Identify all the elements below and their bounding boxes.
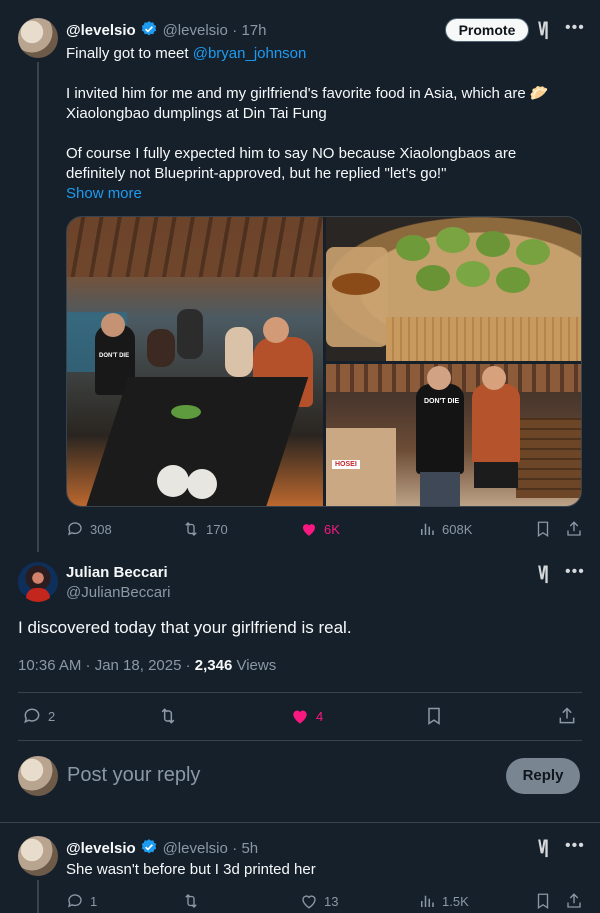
bookmark-button[interactable] [424, 706, 444, 726]
like-action[interactable]: 13 [300, 892, 338, 910]
repost-icon [161, 708, 175, 724]
reply2-author-name[interactable]: @levelsio [66, 840, 136, 857]
avatar-levelsio[interactable] [18, 18, 58, 58]
promote-button[interactable]: Promote [445, 18, 529, 42]
photo-standing[interactable]: HOSEI DON'T DIE [326, 364, 581, 506]
tweet-text: Finally got to meet @bryan_johnson I inv… [66, 44, 586, 204]
share-icon [559, 707, 575, 724]
repost-action[interactable] [158, 706, 178, 726]
avatar-julian[interactable] [18, 562, 58, 602]
photo-dumplings[interactable] [326, 217, 581, 361]
repost-action[interactable]: 170 [182, 520, 228, 538]
verified-badge-icon [141, 21, 157, 36]
share-button[interactable] [565, 520, 583, 538]
bookmark-icon [428, 707, 440, 725]
avatar-levelsio[interactable] [18, 836, 58, 876]
grok-icon[interactable]: \/| [538, 19, 549, 40]
author-name[interactable]: @levelsio [66, 22, 136, 39]
views-icon [421, 895, 434, 907]
mention-link[interactable]: @bryan_johnson [193, 45, 307, 62]
tweet-line1: Finally got to meet [66, 45, 193, 62]
reply2-time[interactable]: · 5h [232, 840, 258, 857]
repost-action[interactable] [182, 892, 200, 910]
views-count: 1.5K [442, 893, 469, 909]
reply-count: 1 [90, 893, 98, 909]
grok-icon[interactable]: \/| [538, 563, 549, 584]
share-button[interactable] [565, 892, 583, 910]
more-icon[interactable]: ••• [565, 563, 585, 581]
share-icon [567, 893, 581, 908]
more-icon[interactable]: ••• [565, 19, 585, 37]
tweet-para3-line1: Of course I fully expected him to say NO… [66, 145, 517, 162]
views-action[interactable]: 608K [418, 520, 472, 538]
reply2-author-handle[interactable]: @levelsio [163, 840, 228, 857]
like-icon [302, 895, 316, 909]
divider [18, 692, 582, 693]
verified-badge-icon [141, 839, 157, 854]
shirt-text-2: DON'T DIE [424, 398, 460, 405]
reply-action[interactable]: 1 [66, 892, 97, 910]
photo-sign: HOSEI [332, 460, 360, 469]
author-handle[interactable]: @levelsio [163, 22, 228, 39]
tweet-para2-line1: I invited him for me and my girlfriend's… [66, 85, 549, 102]
bookmark-icon [537, 521, 549, 538]
like-count: 4 [316, 708, 324, 724]
shirt-text-1: DON'T DIE [99, 353, 130, 359]
grok-icon[interactable]: \/| [538, 837, 549, 858]
reply-views-count: 2,346 [194, 657, 233, 674]
composer-avatar[interactable] [18, 756, 58, 796]
like-icon [293, 710, 307, 724]
views-icon [421, 523, 434, 535]
like-action[interactable]: 4 [290, 706, 323, 726]
views-action[interactable]: 1.5K [418, 892, 469, 910]
reply-submit-button[interactable]: Reply [506, 758, 580, 794]
like-count: 6K [324, 521, 340, 537]
reply-author-handle[interactable]: @JulianBeccari [66, 584, 170, 601]
divider [0, 822, 600, 823]
reply2-header: @levelsio @levelsio · 5h [66, 838, 258, 858]
reply-icon [67, 522, 82, 536]
repost-count: 170 [206, 521, 228, 537]
post-time[interactable]: · 17h [232, 22, 266, 39]
reply2-text: She wasn't before but I 3d printed her [66, 861, 316, 878]
reply-text: I discovered today that your girlfriend … [18, 618, 352, 637]
repost-icon [185, 522, 197, 536]
reply-count: 2 [48, 708, 56, 724]
repost-icon [185, 894, 197, 908]
reply-views-label: Views [232, 657, 277, 674]
reply-action[interactable]: 2 [22, 706, 55, 726]
reply-timestamp[interactable]: 10:36 AM · Jan 18, 2025 · [18, 657, 195, 674]
bookmark-icon [537, 893, 549, 910]
more-icon[interactable]: ••• [565, 837, 585, 855]
share-icon [567, 521, 581, 536]
tweet-para2-line2: Xiaolongbao dumplings at Din Tai Fung [66, 105, 327, 122]
thread-line-top [37, 62, 39, 552]
bookmark-button[interactable] [534, 520, 552, 538]
views-count: 608K [442, 521, 473, 537]
bookmark-button[interactable] [534, 892, 552, 910]
reply-meta: 10:36 AM · Jan 18, 2025 · 2,346 Views [18, 657, 276, 674]
like-icon [303, 524, 315, 536]
reply-icon [67, 894, 82, 908]
thread-line-bottom [37, 880, 39, 913]
media-grid: DON'T DIE HOSEI DON'T DIE [66, 216, 582, 507]
photo-restaurant-table[interactable]: DON'T DIE [67, 217, 323, 506]
like-count: 13 [324, 893, 339, 909]
reply-icon [24, 708, 40, 724]
tweet-para3-line2: definitely not Blueprint-approved, but h… [66, 165, 447, 182]
reply-author-name[interactable]: Julian Beccari [66, 564, 168, 581]
share-button[interactable] [557, 706, 577, 726]
divider [18, 740, 582, 741]
reply-composer-input[interactable]: Post your reply [67, 764, 200, 787]
like-action[interactable]: 6K [300, 520, 340, 538]
reply-action[interactable]: 308 [66, 520, 112, 538]
reply-count: 308 [90, 521, 112, 537]
show-more-link[interactable]: Show more [66, 184, 586, 204]
tweet-header: @levelsio @levelsio · 17h [66, 20, 267, 40]
